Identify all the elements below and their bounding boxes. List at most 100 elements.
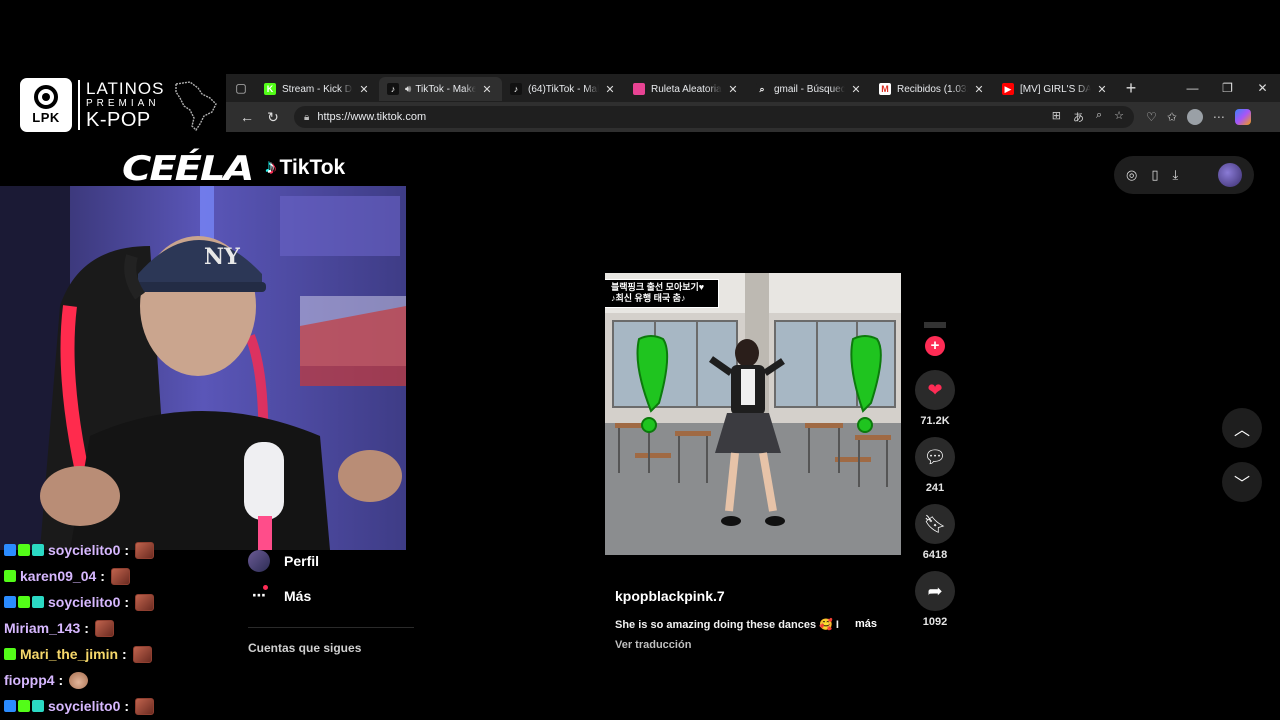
logo-text: LATINOS PREMIAN K-POP bbox=[86, 80, 164, 130]
download-icon[interactable]: ⤓ bbox=[1173, 167, 1179, 183]
tiktok-brand: TikTok bbox=[279, 156, 346, 179]
favorite-star-icon[interactable]: ☆ bbox=[1114, 109, 1124, 125]
back-icon[interactable]: ← bbox=[234, 109, 260, 125]
close-tab-icon[interactable]: ✕ bbox=[849, 83, 863, 96]
badge-icon bbox=[4, 700, 16, 712]
chat-username[interactable]: soycielito0 bbox=[48, 698, 120, 714]
chat-emote-icon bbox=[135, 593, 155, 611]
chat-username[interactable]: soycielito0 bbox=[48, 542, 120, 558]
reload-icon[interactable]: ↻ bbox=[260, 109, 286, 126]
webcam-feed: NY bbox=[0, 186, 406, 550]
tab-favicon-icon: ⌕ bbox=[756, 83, 768, 95]
chat-username[interactable]: karen09_04 bbox=[20, 568, 96, 584]
author-avatar[interactable] bbox=[924, 322, 946, 328]
tab-title: [MV] GIRL'S DAY bbox=[1020, 83, 1091, 95]
chat-separator: : bbox=[124, 698, 130, 714]
translate-icon[interactable]: あ bbox=[1073, 109, 1084, 125]
tab-audio-icon[interactable]: 🔊︎ bbox=[405, 84, 411, 95]
close-tab-icon[interactable]: ✕ bbox=[1095, 83, 1109, 96]
chat-emote-icon bbox=[135, 697, 155, 715]
chat-username[interactable]: soycielito0 bbox=[48, 594, 120, 610]
browser-tab[interactable]: M Recibidos (1.032) - Gmail ✕ bbox=[871, 77, 994, 101]
user-badges bbox=[4, 596, 44, 608]
window-controls: — ❐ ✕ bbox=[1175, 81, 1280, 95]
share-count: 1092 bbox=[922, 616, 948, 628]
minimize-icon[interactable]: — bbox=[1175, 81, 1210, 95]
video-player[interactable]: 블랙핑크 출선 모아보기♥ ♪최신 유행 태국 춤♪ bbox=[605, 273, 901, 555]
tab-favicon-icon: K bbox=[264, 83, 276, 95]
site-info-icon[interactable]: 🔒︎ bbox=[304, 112, 309, 123]
chat-message: Mari_the_jimin: bbox=[0, 641, 226, 667]
save-button[interactable]: 🔖︎ bbox=[915, 504, 955, 544]
chat-username[interactable]: Mari_the_jimin bbox=[20, 646, 118, 662]
chat-username[interactable]: Miriam_143 bbox=[4, 620, 80, 636]
share-button[interactable]: ➦ bbox=[915, 571, 955, 611]
video-caption: 블랙핑크 출선 모아보기♥ ♪최신 유행 태국 춤♪ bbox=[605, 279, 719, 308]
browser-tab[interactable]: Ruleta Aleatoria - Decide ✕ bbox=[625, 77, 748, 101]
device-icon[interactable]: ▯ bbox=[1151, 167, 1158, 183]
video-meta: kpopblackpink.7 She is so amazing doing … bbox=[615, 588, 877, 651]
logo-divider bbox=[78, 80, 80, 130]
zoom-icon[interactable]: ⌕ bbox=[1096, 109, 1102, 125]
chat-separator: : bbox=[58, 672, 64, 688]
chat-emote-icon bbox=[94, 619, 114, 637]
browser-essentials-icon[interactable]: ♡ bbox=[1146, 110, 1157, 124]
badge-icon bbox=[18, 544, 30, 556]
close-tab-icon[interactable]: ✕ bbox=[603, 83, 617, 96]
close-tab-icon[interactable]: ✕ bbox=[480, 83, 494, 96]
browser-tab[interactable]: ♪ (64)TikTok - Make Your Day ✕ bbox=[502, 77, 625, 101]
tab-strip: K Stream - Kick Dashboard ✕ ♪ 🔊︎ TikTok - Mak… bbox=[256, 75, 1117, 101]
tiktok-logo[interactable]: ♪ TikTok bbox=[266, 156, 345, 180]
sidebar-item-profile[interactable]: Perfil bbox=[248, 550, 319, 572]
close-tab-icon[interactable]: ✕ bbox=[972, 83, 986, 96]
sidebar-item-more[interactable]: ⋯ Más bbox=[248, 585, 311, 604]
webcam-image: NY bbox=[0, 186, 406, 550]
tab-favicon-icon: ♪ bbox=[387, 83, 399, 95]
close-tab-icon[interactable]: ✕ bbox=[357, 83, 371, 96]
logo-line-2: PREMIAN bbox=[86, 98, 160, 109]
heart-icon: ❤ bbox=[927, 379, 943, 400]
badge-icon bbox=[32, 596, 44, 608]
tab-favicon-icon: ▶ bbox=[1002, 83, 1014, 95]
follow-plus-button[interactable]: + bbox=[925, 336, 945, 356]
chat-message: Miriam_143: bbox=[0, 615, 226, 641]
next-video-button[interactable]: ﹀ bbox=[1222, 462, 1262, 502]
settings-more-icon[interactable]: ⋯ bbox=[1213, 110, 1225, 124]
browser-tab[interactable]: ⌕ gmail - Búsqueda ✕ bbox=[748, 77, 871, 101]
close-window-icon[interactable]: ✕ bbox=[1245, 81, 1280, 95]
close-tab-icon[interactable]: ✕ bbox=[726, 83, 740, 96]
new-tab-button[interactable]: + bbox=[1117, 78, 1145, 99]
chat-username[interactable]: fioppp4 bbox=[4, 672, 55, 688]
badge-icon bbox=[4, 544, 16, 556]
url-actions: ⊞ あ ⌕ ☆ bbox=[1052, 109, 1124, 125]
app-available-icon[interactable]: ⊞ bbox=[1052, 109, 1061, 125]
user-badges bbox=[4, 570, 16, 582]
restore-icon[interactable]: ❐ bbox=[1210, 81, 1245, 95]
user-badges bbox=[4, 648, 16, 660]
coins-icon[interactable]: ◎ bbox=[1126, 167, 1137, 183]
chat-message: soycielito0: bbox=[0, 589, 226, 615]
chat-separator: : bbox=[124, 542, 130, 558]
browser-tab[interactable]: ♪ 🔊︎ TikTok - Make Your Day ✕ bbox=[379, 77, 502, 101]
copilot-icon[interactable] bbox=[1234, 109, 1251, 125]
more-link[interactable]: más bbox=[855, 618, 877, 631]
chat-message: soycielito0: bbox=[0, 693, 226, 719]
following-header: Cuentas que sigues bbox=[248, 641, 362, 655]
comment-button[interactable]: 💬︎ bbox=[915, 437, 955, 477]
tab-actions-icon[interactable]: ▢ bbox=[226, 74, 256, 102]
browser-tab[interactable]: K Stream - Kick Dashboard ✕ bbox=[256, 77, 379, 101]
logo-line-1: LATINOS bbox=[86, 79, 165, 98]
like-button[interactable]: ❤ bbox=[915, 370, 955, 410]
translate-link[interactable]: Ver traducción bbox=[615, 639, 877, 651]
tiktok-note-icon: ♪ bbox=[266, 157, 276, 178]
favorites-icon[interactable]: ✩ bbox=[1167, 110, 1177, 124]
browser-tab[interactable]: ▶ [MV] GIRL'S DAY ✕ bbox=[994, 77, 1117, 101]
video-author[interactable]: kpopblackpink.7 bbox=[615, 588, 877, 604]
logo-line-3: K-POP bbox=[86, 109, 151, 131]
url-input[interactable]: 🔒︎ https://www.tiktok.com ⊞ あ ⌕ ☆ bbox=[294, 106, 1134, 128]
previous-video-button[interactable]: ︿ bbox=[1222, 408, 1262, 448]
profile-avatar[interactable] bbox=[1186, 109, 1203, 125]
user-badges bbox=[4, 544, 44, 556]
stream-chat: soycielito0: karen09_04: soycielito0: Miria… bbox=[0, 537, 226, 719]
user-avatar[interactable] bbox=[1218, 163, 1242, 187]
